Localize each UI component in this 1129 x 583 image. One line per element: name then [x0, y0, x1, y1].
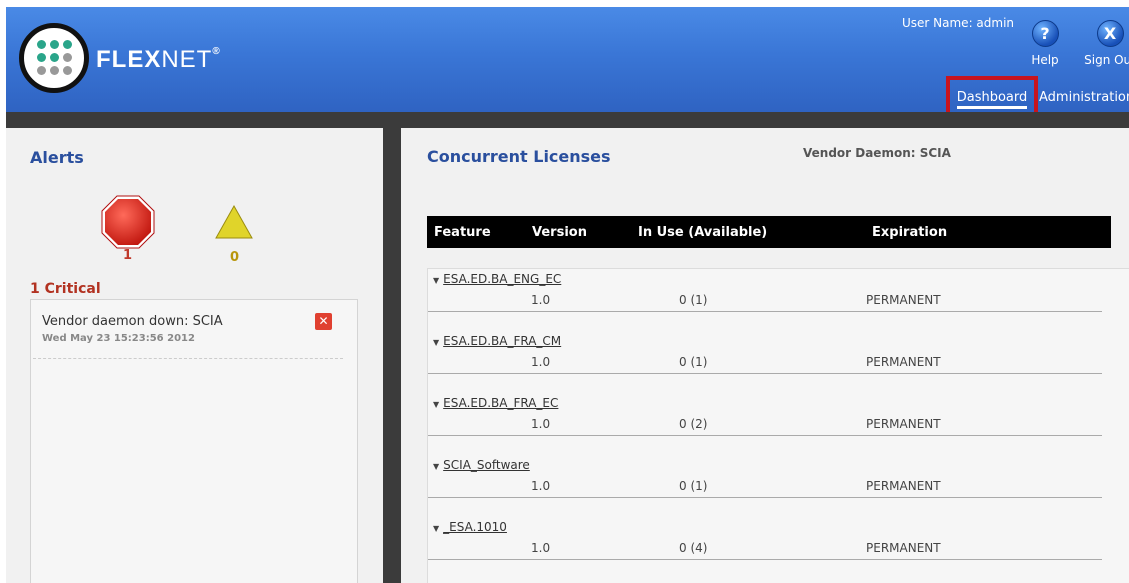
column-header-in-use[interactable]: In Use (Available) — [638, 225, 767, 240]
row-separator — [428, 311, 1102, 312]
column-header-expiration[interactable]: Expiration — [872, 225, 947, 240]
triangle-down-icon: ▼ — [433, 462, 440, 471]
in-use-cell: 0 (4) — [679, 541, 708, 555]
sign-out-icon: X — [1096, 20, 1124, 47]
table-row: ▼ ESA.ED.BA_FRA_CM 1.0 0 (1) PERMANENT — [428, 331, 1102, 393]
table-header: Feature Version In Use (Available) Expir… — [427, 216, 1111, 248]
alert-message: Vendor daemon down: SCIA — [42, 314, 223, 329]
licenses-panel: Concurrent Licenses Vendor Daemon: SCIA … — [401, 128, 1129, 583]
version-cell: 1.0 — [531, 417, 551, 431]
critical-heading: 1 Critical — [30, 281, 101, 297]
warning-count: 0 — [230, 250, 240, 265]
help-button[interactable]: ? Help — [1015, 20, 1075, 67]
expiration-cell: PERMANENT — [866, 355, 941, 369]
alert-separator — [33, 358, 343, 359]
vendor-daemon-label: Vendor Daemon: SCIA — [803, 146, 951, 160]
nav-dashboard-label: Dashboard — [956, 90, 1028, 109]
header-band — [6, 112, 1129, 128]
sign-out-button[interactable]: X Sign Out — [1080, 20, 1129, 67]
row-separator — [428, 435, 1102, 436]
feature-name: _ESA.1010 — [443, 520, 507, 534]
feature-link[interactable]: ▼ ESA.ED.BA_ENG_EC — [433, 272, 561, 286]
table-row: ▼ ESA.ED.BA_ENG_EC 1.0 0 (1) PERMANENT — [428, 269, 1102, 331]
table-row: ▼ SCIA_Software 1.0 0 (1) PERMANENT — [428, 455, 1102, 517]
version-cell: 1.0 — [531, 293, 551, 307]
critical-count: 1 — [123, 248, 133, 263]
version-cell: 1.0 — [531, 541, 551, 555]
expiration-cell: PERMANENT — [866, 293, 941, 307]
close-icon[interactable]: ✕ — [315, 313, 332, 330]
triangle-down-icon: ▼ — [433, 400, 440, 409]
help-label: Help — [1031, 53, 1059, 67]
octagon-stop-icon[interactable] — [101, 195, 155, 249]
feature-name: ESA.ED.BA_FRA_EC — [443, 396, 559, 410]
row-separator — [428, 559, 1102, 560]
triangle-down-icon: ▼ — [433, 338, 440, 347]
feature-link[interactable]: ▼ _ESA.1010 — [433, 520, 507, 534]
row-separator — [428, 497, 1102, 498]
in-use-cell: 0 (2) — [679, 417, 708, 431]
alerts-panel: Alerts 1 0 1 Critical Vendor daemon down… — [6, 128, 383, 583]
expiration-cell: PERMANENT — [866, 541, 941, 555]
version-cell: 1.0 — [531, 355, 551, 369]
version-cell: 1.0 — [531, 479, 551, 493]
feature-link[interactable]: ▼ ESA.ED.BA_FRA_EC — [433, 396, 558, 410]
in-use-cell: 0 (1) — [679, 355, 708, 369]
help-icon: ? — [1031, 20, 1059, 47]
in-use-cell: 0 (1) — [679, 293, 708, 307]
license-table-body: ▼ ESA.ED.BA_ENG_EC 1.0 0 (1) PERMANENT ▼ E… — [427, 268, 1129, 583]
sign-out-label: Sign Out — [1084, 53, 1129, 67]
in-use-cell: 0 (1) — [679, 479, 708, 493]
table-row: ▼ _ESA.1010 1.0 0 (4) PERMANENT — [428, 517, 1102, 579]
warning-triangle-icon[interactable] — [215, 205, 253, 239]
triangle-down-icon: ▼ — [433, 276, 440, 285]
row-separator — [428, 373, 1102, 374]
feature-name: ESA.ED.BA_ENG_EC — [443, 272, 562, 286]
flexnet-logo-text: FLEXNET® — [96, 46, 221, 73]
nav-administration-tab[interactable]: Administration — [1039, 90, 1129, 105]
column-header-version[interactable]: Version — [532, 225, 587, 240]
feature-link[interactable]: ▼ SCIA_Software — [433, 458, 530, 472]
feature-name: ESA.ED.BA_FRA_CM — [443, 334, 562, 348]
alerts-title: Alerts — [30, 148, 84, 167]
flexnet-logo-icon — [19, 23, 89, 93]
expiration-cell: PERMANENT — [866, 479, 941, 493]
user-name-label: User Name: admin — [902, 16, 1015, 30]
column-header-feature[interactable]: Feature — [434, 225, 491, 240]
feature-link[interactable]: ▼ ESA.ED.BA_FRA_CM — [433, 334, 561, 348]
feature-name: SCIA_Software — [443, 458, 530, 472]
panel-divider — [383, 128, 401, 583]
alert-list: Vendor daemon down: SCIA Wed May 23 15:2… — [30, 299, 358, 583]
table-row: ▼ ESA.ED.BA_FRA_EC 1.0 0 (2) PERMANENT — [428, 393, 1102, 455]
expiration-cell: PERMANENT — [866, 417, 941, 431]
alert-timestamp: Wed May 23 15:23:56 2012 — [42, 333, 195, 344]
concurrent-licenses-title: Concurrent Licenses — [427, 147, 611, 166]
triangle-down-icon: ▼ — [433, 524, 440, 533]
